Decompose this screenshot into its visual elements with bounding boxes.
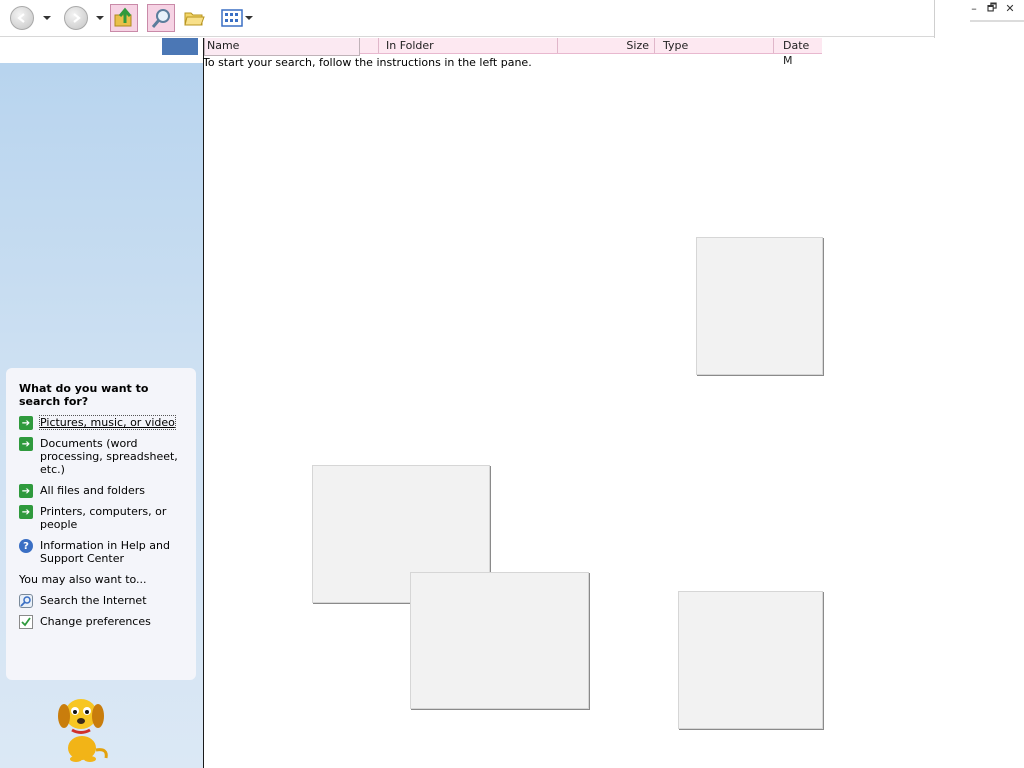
option-pictures-music-video[interactable]: ➔ Pictures, music, or video bbox=[19, 415, 184, 430]
blank-tile bbox=[678, 591, 823, 729]
search-button[interactable] bbox=[147, 4, 175, 32]
option-label[interactable]: Change preferences bbox=[40, 615, 151, 628]
option-change-preferences[interactable]: Change preferences bbox=[19, 615, 184, 629]
back-button[interactable] bbox=[8, 4, 36, 32]
back-dropdown-button[interactable] bbox=[42, 12, 52, 24]
forward-button[interactable] bbox=[62, 4, 90, 32]
search-assistant-dog-icon[interactable] bbox=[50, 692, 112, 764]
column-separator[interactable] bbox=[654, 38, 655, 53]
window-controls: – 🗗 ✕ bbox=[968, 1, 1016, 15]
option-label[interactable]: Pictures, music, or video bbox=[39, 415, 176, 430]
option-printers-computers-people[interactable]: ➔ Printers, computers, or people bbox=[19, 505, 184, 531]
window-edge-line bbox=[970, 20, 1024, 22]
column-type[interactable]: Type bbox=[663, 38, 688, 53]
option-label[interactable]: Documents (word processing, spreadsheet,… bbox=[40, 437, 178, 476]
folders-icon bbox=[184, 12, 205, 26]
option-documents[interactable]: ➔ Documents (word processing, spreadshee… bbox=[19, 437, 184, 476]
empty-results-hint: To start your search, follow the instruc… bbox=[203, 56, 532, 69]
restore-button[interactable]: 🗗 bbox=[986, 1, 998, 14]
search-options-card: What do you want to search for? ➔ Pictur… bbox=[6, 368, 196, 680]
toolbar bbox=[0, 0, 934, 37]
toolbar-divider bbox=[934, 0, 935, 38]
up-folder-icon bbox=[114, 7, 132, 27]
views-dropdown-button[interactable] bbox=[244, 12, 254, 24]
results-column-header: Name In Folder Size Type Date M bbox=[204, 38, 822, 67]
pane-splitter[interactable] bbox=[203, 38, 204, 768]
help-icon: ? bbox=[19, 539, 33, 553]
forward-dropdown-button[interactable] bbox=[95, 12, 105, 24]
internet-search-icon bbox=[19, 594, 33, 608]
column-separator[interactable] bbox=[378, 38, 379, 53]
selected-indicator bbox=[162, 38, 198, 55]
column-separator[interactable] bbox=[773, 38, 774, 53]
column-date-modified[interactable]: Date M bbox=[783, 38, 822, 67]
folders-button[interactable] bbox=[180, 4, 208, 32]
back-icon bbox=[10, 6, 34, 30]
green-arrow-icon: ➔ bbox=[19, 437, 33, 451]
close-button[interactable]: ✕ bbox=[1004, 2, 1016, 15]
option-label[interactable]: All files and folders bbox=[40, 484, 145, 497]
views-icon bbox=[221, 9, 243, 27]
option-help-support[interactable]: ? Information in Help and Support Center bbox=[19, 539, 184, 565]
option-all-files-folders[interactable]: ➔ All files and folders bbox=[19, 484, 184, 498]
green-arrow-icon: ➔ bbox=[19, 484, 33, 498]
column-size[interactable]: Size bbox=[557, 38, 649, 53]
search-icon bbox=[151, 9, 170, 28]
views-button[interactable] bbox=[218, 4, 246, 32]
also-want-label: You may also want to... bbox=[19, 573, 147, 586]
minimize-button[interactable]: – bbox=[968, 2, 980, 15]
preferences-icon bbox=[19, 615, 33, 629]
blank-tile bbox=[410, 572, 589, 709]
option-label[interactable]: Search the Internet bbox=[40, 594, 147, 607]
up-button[interactable] bbox=[110, 4, 138, 32]
column-in-folder[interactable]: In Folder bbox=[386, 38, 434, 53]
blank-tile bbox=[696, 237, 823, 375]
option-label[interactable]: Printers, computers, or people bbox=[40, 505, 166, 531]
column-name[interactable]: Name bbox=[207, 38, 239, 53]
option-label[interactable]: Information in Help and Support Center bbox=[40, 539, 170, 565]
search-card-title: What do you want to search for? bbox=[19, 382, 149, 408]
green-arrow-icon: ➔ bbox=[19, 505, 33, 519]
option-search-internet[interactable]: Search the Internet bbox=[19, 594, 184, 608]
forward-icon bbox=[64, 6, 88, 30]
green-arrow-icon: ➔ bbox=[19, 416, 33, 430]
